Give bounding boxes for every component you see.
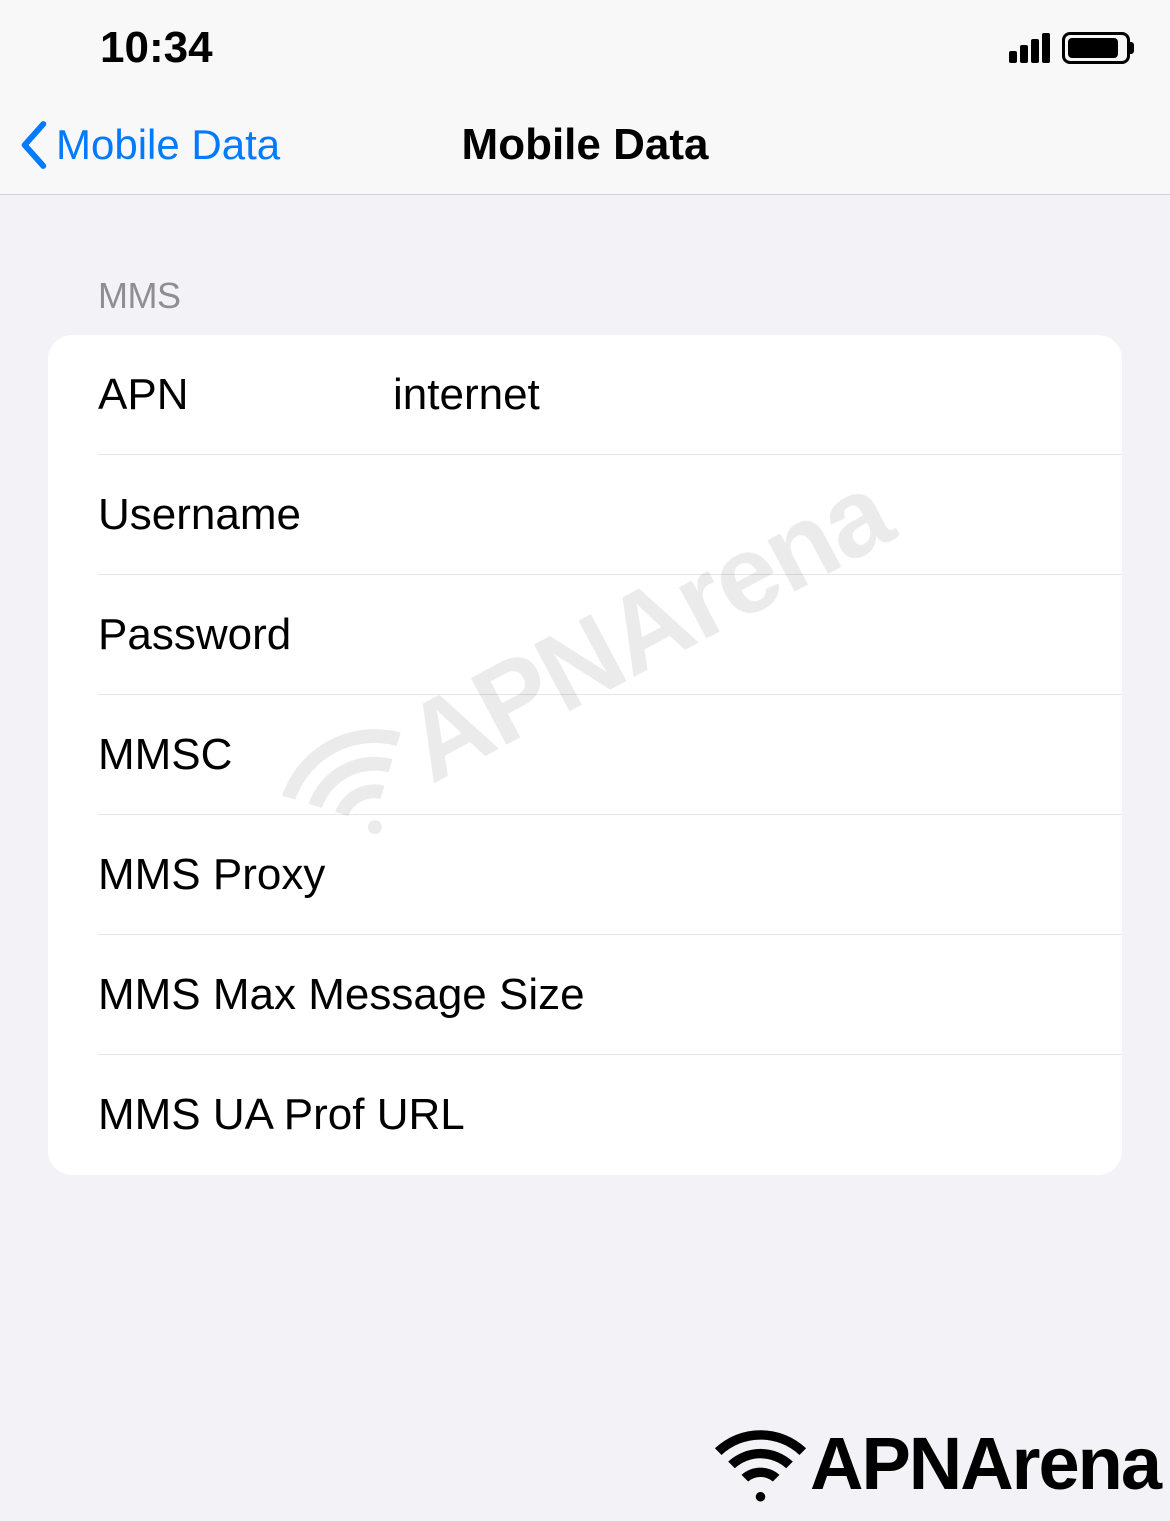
brand-logo: APNArena [713,1416,1160,1511]
input-mms-ua[interactable] [465,1090,1072,1140]
status-indicators [1009,32,1130,64]
input-mms-max[interactable] [585,970,1122,1020]
label-mms-ua: MMS UA Prof URL [98,1090,465,1140]
row-username[interactable]: Username [48,455,1122,575]
input-mms-proxy[interactable] [393,850,1072,900]
label-mmsc: MMSC [98,730,393,780]
input-password[interactable] [393,610,1072,660]
battery-icon [1062,32,1130,64]
label-mms-max: MMS Max Message Size [98,970,585,1020]
back-button[interactable]: Mobile Data [20,121,280,169]
section-header-mms: MMS [0,195,1170,335]
label-mms-proxy: MMS Proxy [98,850,393,900]
label-username: Username [98,490,393,540]
row-apn[interactable]: APN [48,335,1122,455]
row-mms-max[interactable]: MMS Max Message Size [48,935,1122,1055]
brand-name: APNArena [810,1421,1160,1506]
row-mms-ua[interactable]: MMS UA Prof URL [48,1055,1122,1175]
navigation-bar: Mobile Data Mobile Data [0,95,1170,195]
label-apn: APN [98,370,393,420]
page-title: Mobile Data [462,120,709,170]
input-mmsc[interactable] [393,730,1072,780]
label-password: Password [98,610,393,660]
status-bar: 10:34 [0,0,1170,95]
row-mms-proxy[interactable]: MMS Proxy [48,815,1122,935]
row-password[interactable]: Password [48,575,1122,695]
status-time: 10:34 [100,23,213,73]
mms-settings-group: APN Username Password MMSC MMS Proxy MMS… [48,335,1122,1175]
input-username[interactable] [393,490,1072,540]
wifi-icon [713,1416,808,1511]
row-mmsc[interactable]: MMSC [48,695,1122,815]
input-apn[interactable] [393,370,1072,420]
back-label: Mobile Data [56,121,280,169]
cellular-signal-icon [1009,33,1050,63]
chevron-left-icon [20,121,48,169]
